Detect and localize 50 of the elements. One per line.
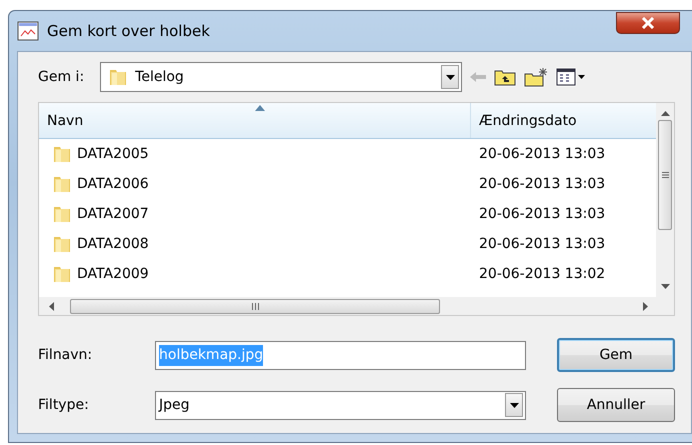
cancel-button[interactable]: Annuller (557, 388, 675, 422)
close-button[interactable] (616, 12, 680, 34)
file-name: DATA2005 (77, 144, 149, 164)
grip-icon (662, 172, 668, 178)
file-date: 20-06-2013 13:03 (479, 236, 606, 252)
app-icon (17, 21, 39, 41)
file-row[interactable]: DATA2008 20-06-2013 13:03 (39, 229, 656, 259)
folder-icon (53, 174, 71, 194)
close-icon (641, 17, 655, 29)
folder-icon (53, 204, 71, 224)
scroll-left-arrow-icon[interactable] (49, 302, 54, 310)
scrollbar-thumb[interactable] (70, 298, 440, 314)
scroll-down-arrow-icon[interactable] (660, 284, 670, 289)
file-name-label: Filnavn: (38, 346, 94, 364)
file-row[interactable]: DATA2007 20-06-2013 13:03 (39, 199, 656, 229)
file-name: DATA2007 (77, 204, 149, 224)
file-row[interactable]: DATA2006 20-06-2013 13:03 (39, 169, 656, 199)
column-header[interactable]: Navn (39, 103, 471, 138)
new-folder-icon[interactable] (524, 67, 548, 87)
file-name: DATA2009 (77, 264, 149, 284)
horizontal-scrollbar[interactable] (39, 297, 656, 315)
folder-icon (53, 264, 71, 284)
scroll-right-arrow-icon[interactable] (643, 302, 648, 310)
file-type-label: Filtype: (38, 396, 90, 414)
save-button[interactable]: Gem (557, 338, 675, 372)
file-date: 20-06-2013 13:03 (479, 206, 606, 222)
file-date: 20-06-2013 13:02 (479, 266, 606, 282)
grip-icon (252, 302, 258, 310)
caret-icon (510, 402, 518, 408)
file-row[interactable]: DATA2005 20-06-2013 13:03 (39, 139, 656, 169)
file-date: 20-06-2013 13:03 (479, 146, 606, 162)
save-in-label: Gem i: (38, 68, 84, 86)
folder-icon (109, 67, 128, 87)
folder-up-icon[interactable] (494, 68, 516, 86)
location-dropdown[interactable]: Telelog (100, 62, 462, 92)
column-header[interactable]: Ændringsdato (471, 103, 656, 138)
file-name: DATA2008 (77, 234, 149, 254)
sort-arrow-icon (254, 105, 264, 111)
file-date: 20-06-2013 13:03 (479, 176, 606, 192)
file-type-dropdown[interactable]: Jpeg (155, 390, 526, 420)
caret-icon (446, 74, 455, 80)
scrollbar-thumb[interactable] (658, 120, 672, 230)
window-title: Gem kort over holbek (47, 20, 210, 42)
folder-icon (53, 144, 71, 164)
file-name: DATA2006 (77, 174, 149, 194)
view-menu-icon[interactable] (556, 68, 586, 86)
scroll-up-arrow-icon[interactable] (660, 111, 670, 116)
file-row[interactable]: DATA2009 20-06-2013 13:02 (39, 259, 656, 289)
vertical-scrollbar[interactable] (656, 103, 674, 297)
folder-icon (53, 234, 71, 254)
